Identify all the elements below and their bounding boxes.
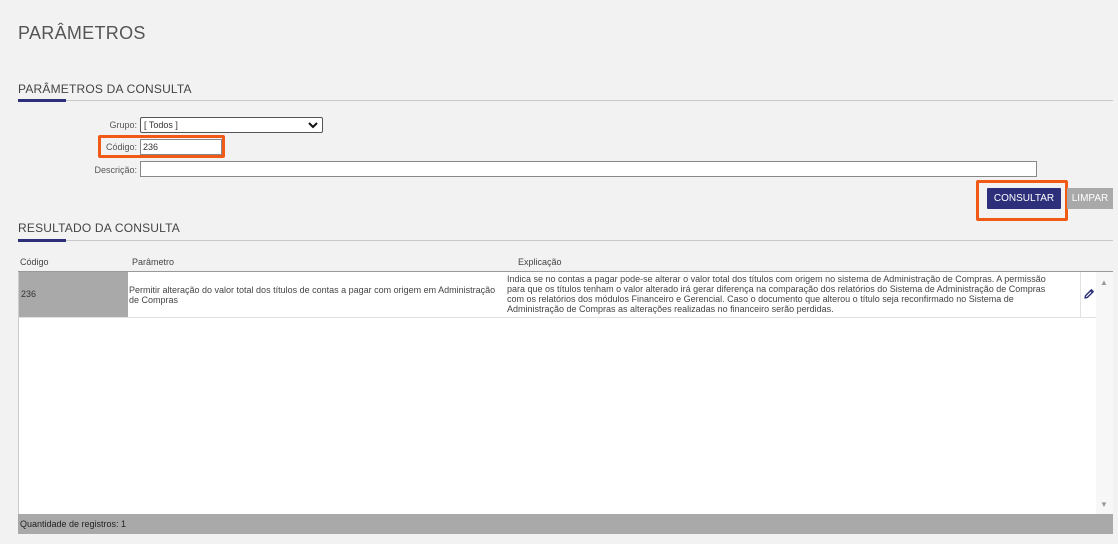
cell-parametro: Permitir alteração do valor total dos tí… [129,285,496,305]
descricao-input[interactable] [140,161,1037,177]
results-section-accent [18,239,66,242]
limpar-button[interactable]: LIMPAR [1067,188,1113,209]
codigo-highlight [98,135,225,158]
grupo-label: Grupo: [109,120,137,130]
descricao-label: Descrição: [94,165,137,175]
column-header-codigo[interactable]: Código [20,257,49,267]
table-row[interactable]: 236 Permitir alteração do valor total do… [19,272,1097,318]
column-header-parametro[interactable]: Parâmetro [132,257,174,267]
record-count: Quantidade de registros: 1 [20,519,127,529]
results-section-title: RESULTADO DA CONSULTA [18,221,181,235]
filter-section-accent [18,99,66,102]
cell-explicacao: Indica se no contas a pagar pode-se alte… [507,274,1046,314]
pencil-icon[interactable] [1083,288,1095,300]
grupo-select[interactable]: [ Todos ] [140,117,323,133]
chevron-down-icon [308,122,318,129]
scroll-down-icon[interactable]: ▼ [1100,500,1108,509]
results-section-divider [18,240,1113,241]
cell-codigo: 236 [19,272,128,317]
consultar-highlight [976,180,1068,221]
results-grid: 236 Permitir alteração do valor total do… [18,272,1097,514]
filter-section-title: PARÂMETROS DA CONSULTA [18,82,192,96]
grupo-select-value: [ Todos ] [144,120,178,130]
row-divider [1080,272,1081,317]
scroll-up-icon[interactable]: ▲ [1100,278,1108,287]
filter-section-divider [18,100,1113,101]
page-title: PARÂMETROS [18,23,146,43]
grid-footer: Quantidade de registros: 1 [18,514,1113,534]
column-header-explicacao[interactable]: Explicação [518,257,562,267]
grid-scrollbar[interactable]: ▲ ▼ [1096,272,1113,514]
